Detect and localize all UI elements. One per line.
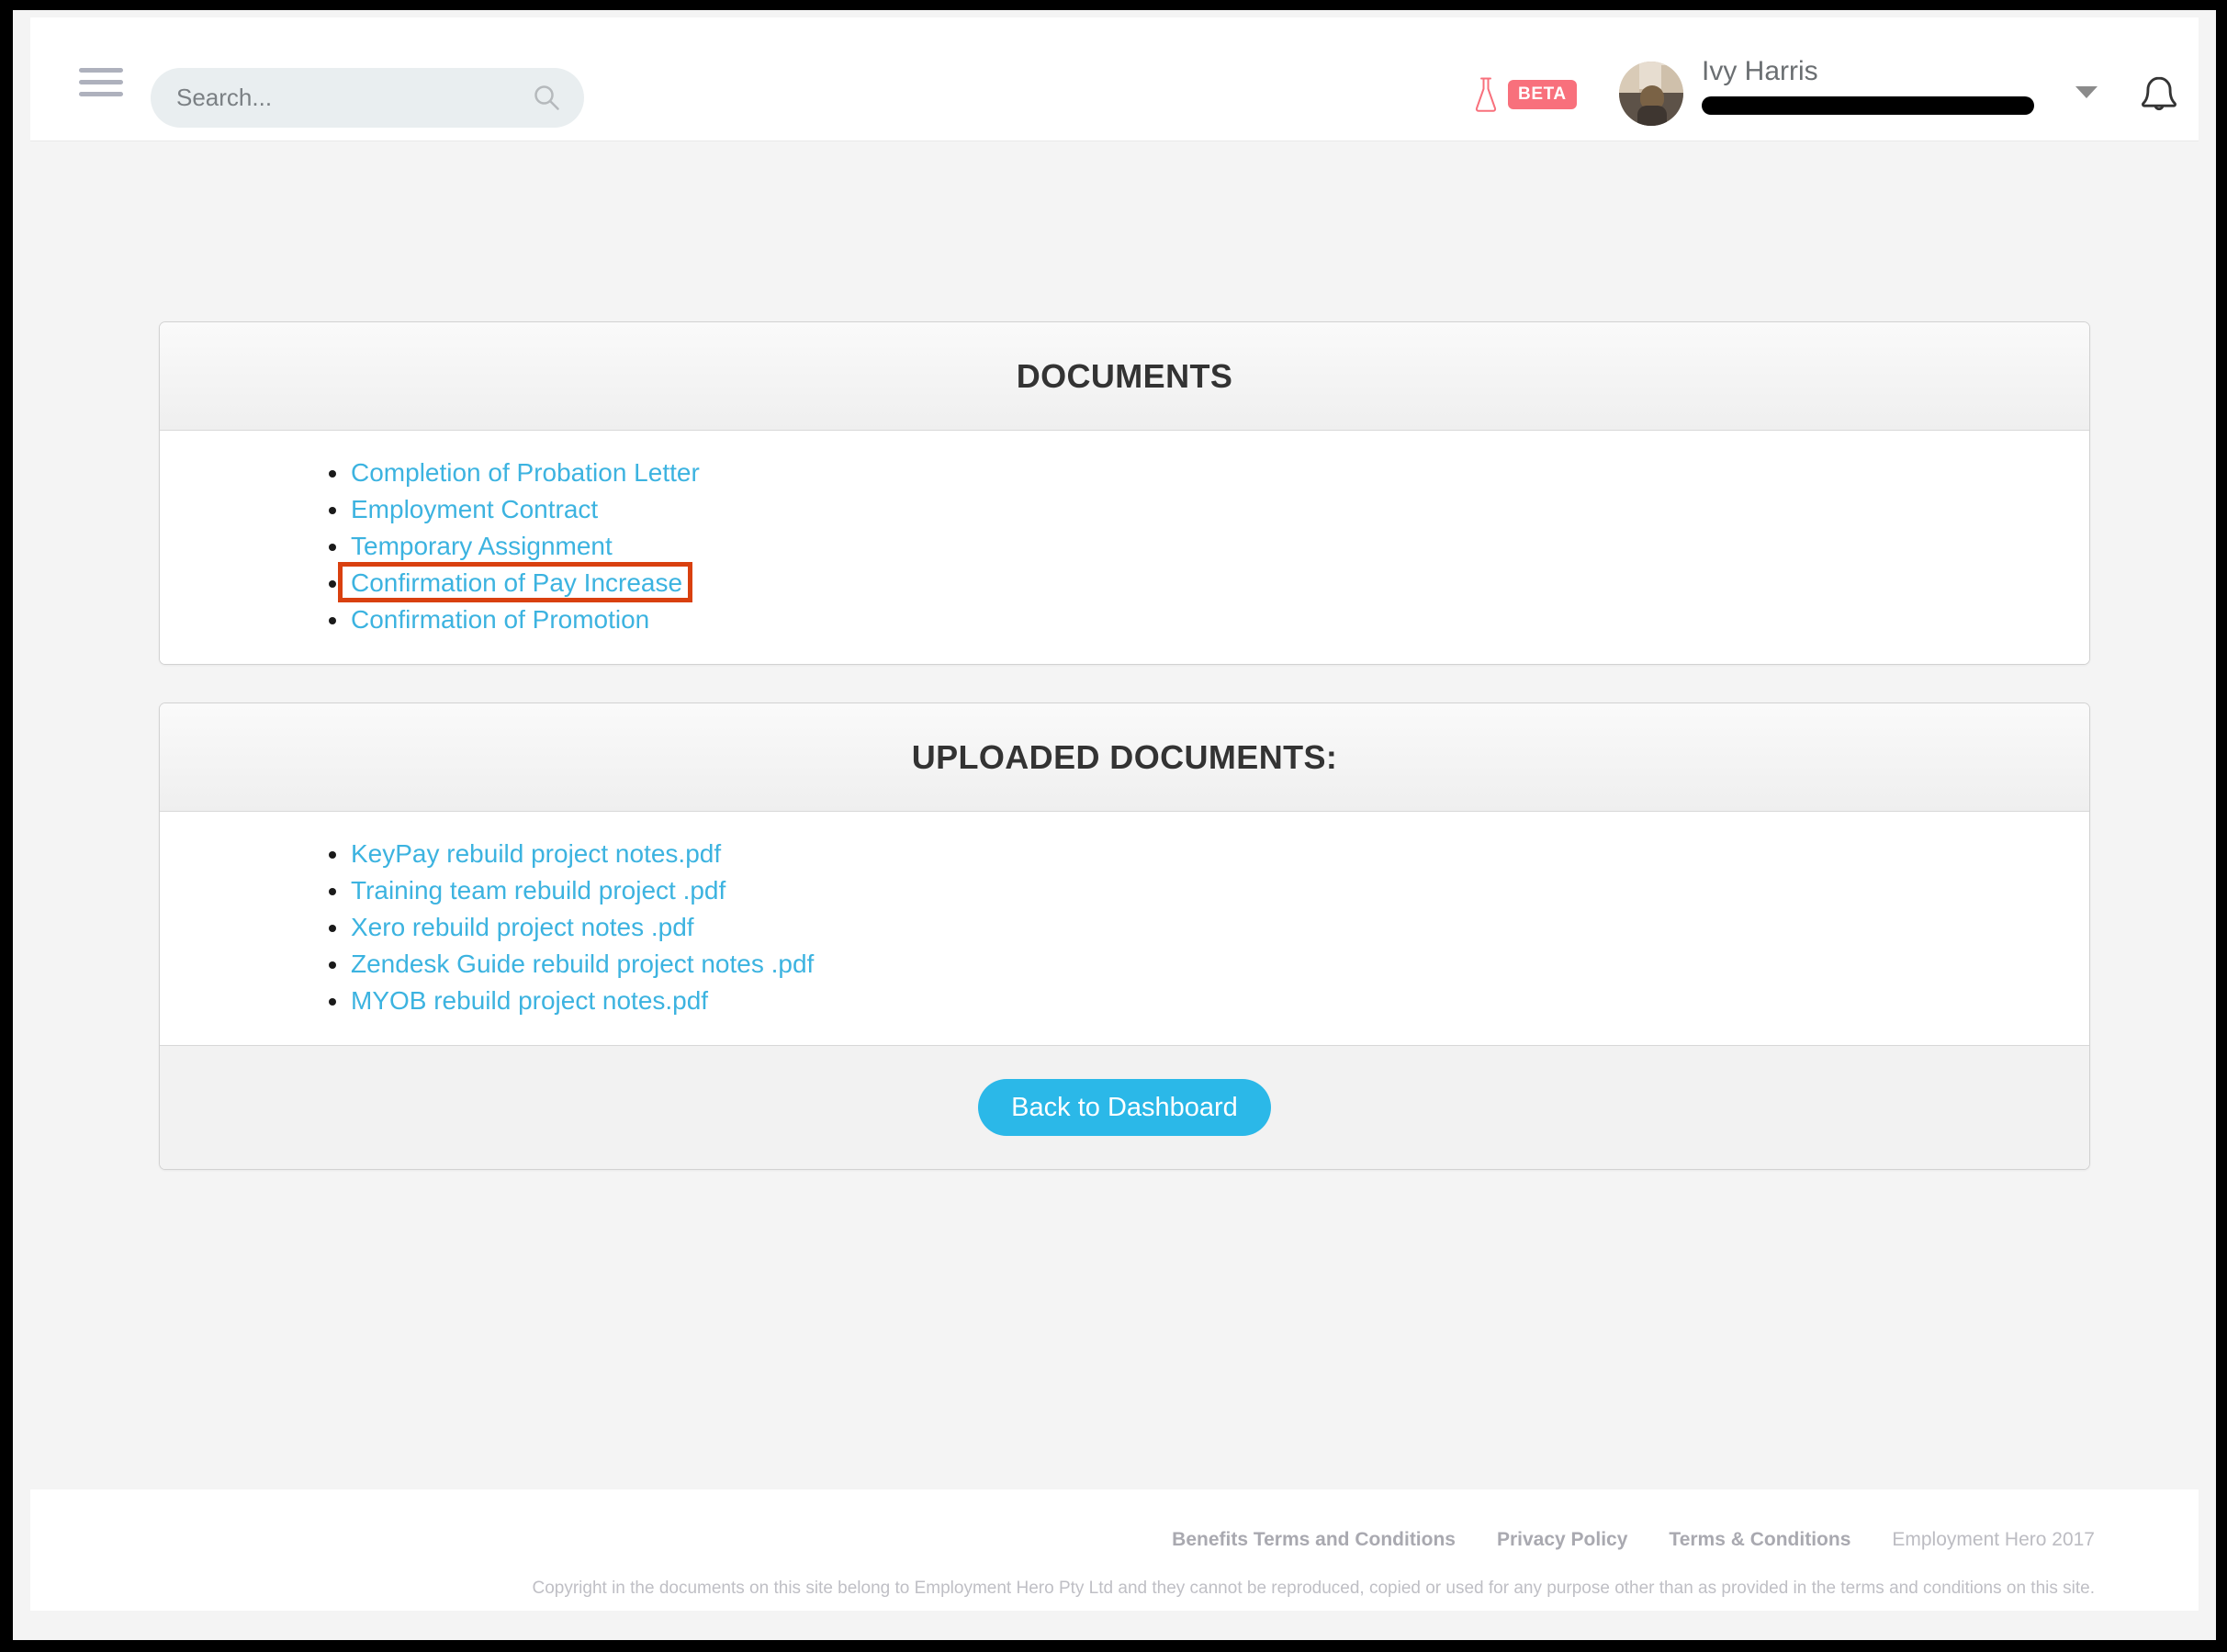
list-item: Employment Contract	[329, 491, 2089, 528]
uploaded-documents-panel: UPLOADED DOCUMENTS: KeyPay rebuild proje…	[159, 702, 2090, 1170]
panel-title: DOCUMENTS	[1016, 356, 1233, 395]
list-item: Zendesk Guide rebuild project notes .pdf	[329, 946, 2089, 983]
footer-link-terms-conditions[interactable]: Terms & Conditions	[1669, 1529, 1850, 1551]
uploaded-panel-footer: Back to Dashboard	[160, 1045, 2089, 1169]
beta-badge: BETA	[1508, 80, 1577, 109]
panel-title: UPLOADED DOCUMENTS:	[911, 737, 1338, 776]
beta-feature-toggle[interactable]: BETA	[1472, 71, 1577, 118]
user-email-redacted	[1702, 96, 2034, 115]
hamburger-bar	[79, 80, 123, 84]
documents-panel: DOCUMENTS Completion of Probation Letter…	[159, 321, 2090, 665]
document-link[interactable]: Confirmation of Pay Increase	[351, 568, 682, 597]
back-to-dashboard-button[interactable]: Back to Dashboard	[978, 1079, 1271, 1136]
avatar	[1619, 62, 1683, 126]
documents-panel-body: Completion of Probation Letter Employmen…	[160, 431, 2089, 664]
chevron-down-icon[interactable]	[2075, 86, 2098, 98]
uploaded-documents-list: KeyPay rebuild project notes.pdf Trainin…	[160, 836, 2089, 1019]
document-link[interactable]: Employment Contract	[351, 495, 598, 523]
user-name: Ivy Harris	[1702, 56, 1818, 86]
uploaded-panel-header: UPLOADED DOCUMENTS:	[160, 703, 2089, 812]
list-item: Xero rebuild project notes .pdf	[329, 909, 2089, 946]
hamburger-bar	[79, 92, 123, 96]
flask-icon	[1475, 77, 1497, 112]
list-item: Confirmation of Pay Increase	[329, 562, 2089, 602]
hamburger-bar	[79, 68, 123, 73]
main-content: DOCUMENTS Completion of Probation Letter…	[30, 142, 2199, 1487]
documents-panel-header: DOCUMENTS	[160, 322, 2089, 431]
uploaded-document-link[interactable]: Xero rebuild project notes .pdf	[351, 913, 694, 941]
app-viewport: BETA Ivy Harris	[13, 10, 2216, 1640]
screenshot-frame: BETA Ivy Harris	[0, 0, 2227, 1652]
search-icon[interactable]	[533, 84, 560, 111]
footer-links: Benefits Terms and Conditions Privacy Po…	[1172, 1529, 2095, 1551]
footer-link-privacy-policy[interactable]: Privacy Policy	[1497, 1529, 1627, 1551]
search-box[interactable]	[151, 68, 584, 128]
uploaded-document-link[interactable]: Training team rebuild project .pdf	[351, 876, 725, 905]
footer-link-benefits-terms[interactable]: Benefits Terms and Conditions	[1172, 1529, 1456, 1551]
list-item: Completion of Probation Letter	[329, 455, 2089, 491]
search-input[interactable]	[176, 68, 516, 128]
document-link[interactable]: Temporary Assignment	[351, 532, 613, 560]
footer-copyright: Copyright in the documents on this site …	[532, 1579, 2095, 1598]
list-item: Confirmation of Promotion	[329, 601, 2089, 638]
list-item: MYOB rebuild project notes.pdf	[329, 983, 2089, 1019]
list-item: Training team rebuild project .pdf	[329, 872, 2089, 909]
list-item: Temporary Assignment	[329, 528, 2089, 565]
documents-list: Completion of Probation Letter Employmen…	[160, 455, 2089, 638]
app-footer: Benefits Terms and Conditions Privacy Po…	[30, 1489, 2199, 1611]
document-link[interactable]: Confirmation of Promotion	[351, 605, 649, 634]
list-item: KeyPay rebuild project notes.pdf	[329, 836, 2089, 872]
uploaded-document-link[interactable]: Zendesk Guide rebuild project notes .pdf	[351, 950, 814, 978]
uploaded-document-link[interactable]: MYOB rebuild project notes.pdf	[351, 986, 708, 1015]
hamburger-menu-icon[interactable]	[79, 68, 123, 96]
bell-icon[interactable]	[2138, 73, 2180, 120]
app-header: BETA Ivy Harris	[30, 17, 2199, 141]
uploaded-panel-body: KeyPay rebuild project notes.pdf Trainin…	[160, 812, 2089, 1045]
document-link[interactable]: Completion of Probation Letter	[351, 458, 700, 487]
footer-link-employment-hero[interactable]: Employment Hero 2017	[1892, 1529, 2095, 1551]
uploaded-document-link[interactable]: KeyPay rebuild project notes.pdf	[351, 839, 721, 868]
user-account-menu[interactable]: Ivy Harris	[1619, 56, 2106, 133]
